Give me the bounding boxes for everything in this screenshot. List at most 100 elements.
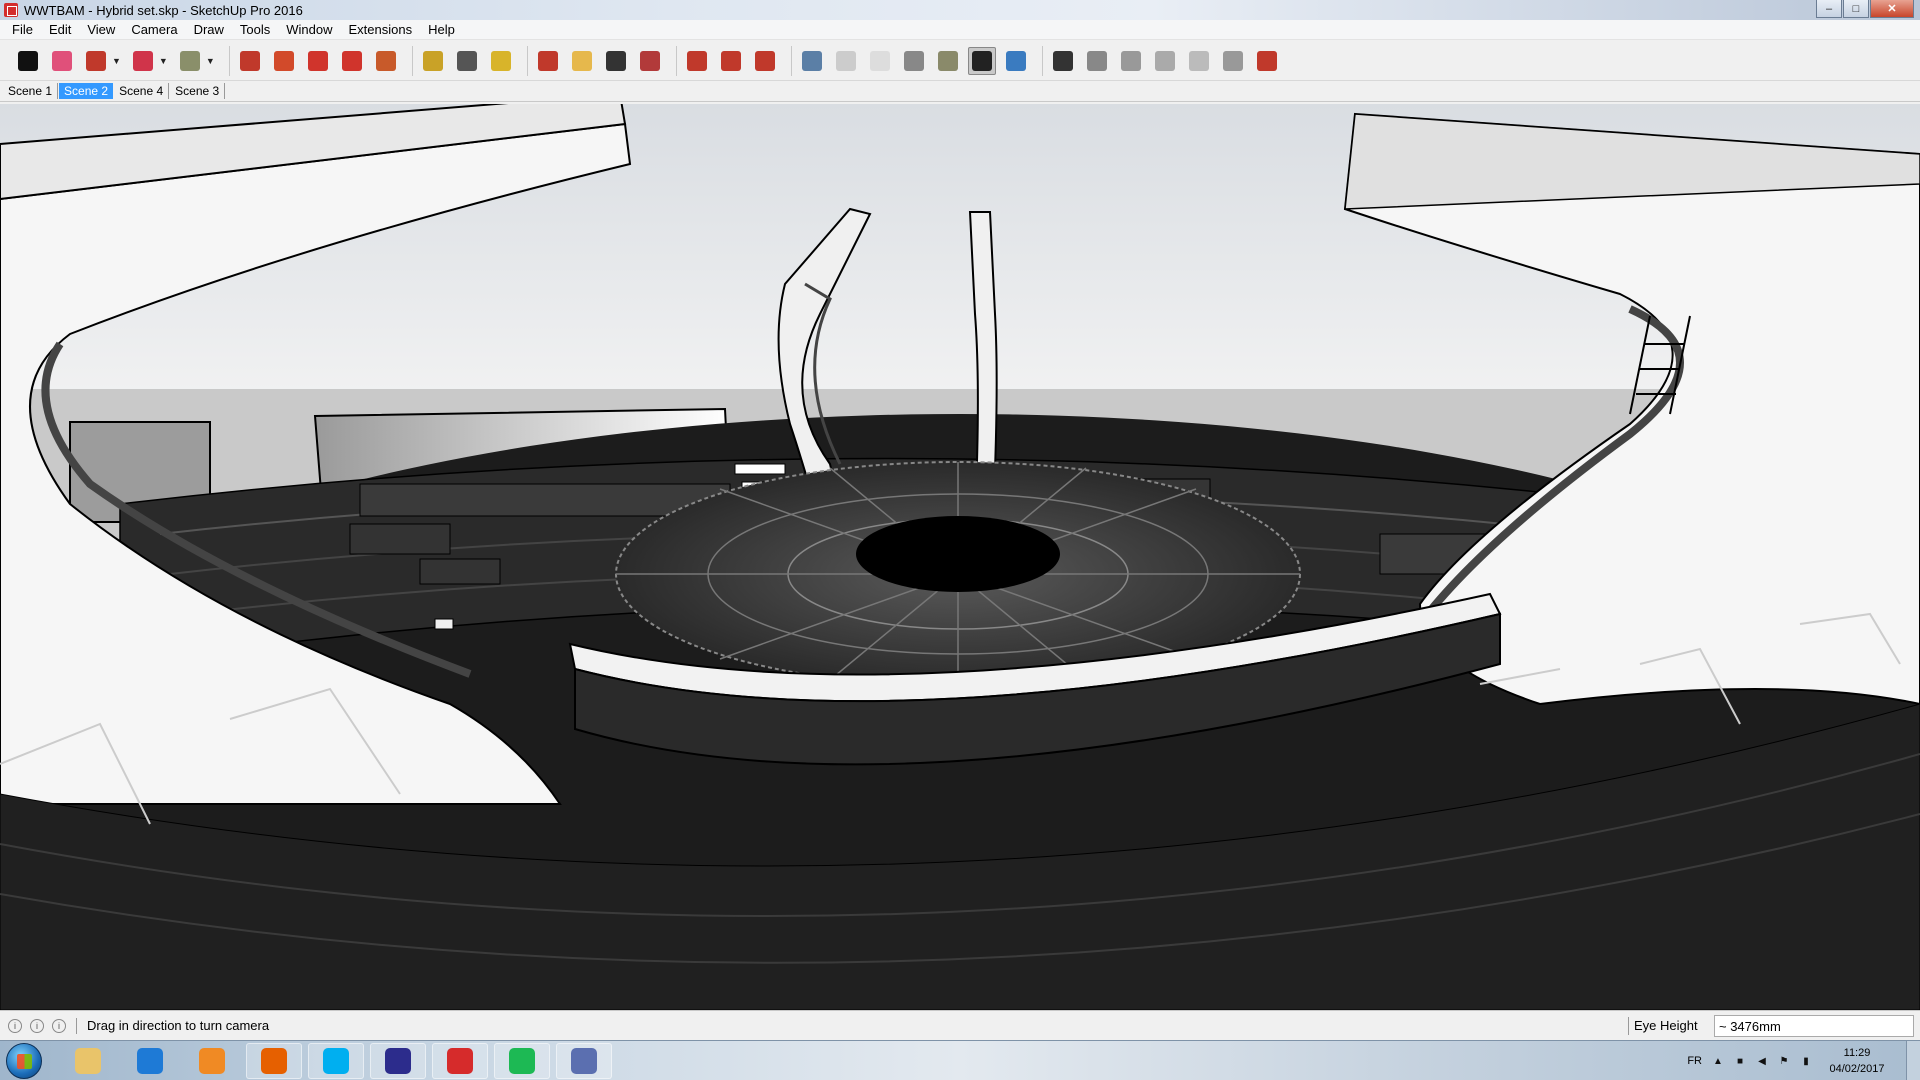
- select-arrow-icon: [18, 50, 38, 71]
- paint-bucket-tool-button[interactable]: [487, 47, 515, 75]
- menu-tools[interactable]: Tools: [232, 22, 278, 37]
- measurements-input[interactable]: ~ 3476mm: [1714, 1015, 1914, 1037]
- pan-hand-tool-button[interactable]: [568, 47, 596, 75]
- blue-shaded-style-tool-button[interactable]: [1002, 47, 1030, 75]
- tab-scene-4[interactable]: Scene 4: [114, 83, 170, 99]
- walk-icon: [1120, 50, 1141, 71]
- wireframe-style-icon: [835, 50, 856, 71]
- zoom-tool-button[interactable]: [602, 47, 630, 75]
- walk-tool-button[interactable]: [1117, 47, 1145, 75]
- menu-draw[interactable]: Draw: [186, 22, 232, 37]
- monochrome-style-icon: [971, 50, 992, 71]
- text-label-icon: [456, 50, 477, 71]
- pencil-line-icon: [86, 50, 106, 71]
- chevron-down-icon[interactable]: ▼: [159, 56, 168, 66]
- file-explorer-icon: [75, 1048, 101, 1074]
- skype-taskbar-button[interactable]: [308, 1043, 364, 1079]
- action-center-flag-icon[interactable]: ⚑: [1778, 1055, 1790, 1067]
- skype-icon: [323, 1048, 349, 1074]
- menu-view[interactable]: View: [79, 22, 123, 37]
- start-button[interactable]: [6, 1043, 42, 1079]
- clock[interactable]: 11:29 04/02/2017: [1822, 1045, 1892, 1077]
- tape-measure-tool-button[interactable]: [419, 47, 447, 75]
- orbit-icon: [537, 50, 558, 71]
- hidden-line-style-tool-button[interactable]: [866, 47, 894, 75]
- xray-style-tool-button[interactable]: [798, 47, 826, 75]
- chevron-down-icon[interactable]: ▼: [112, 56, 121, 66]
- system-tray: FR ▲ ■ ◀ ⚑ ▮ 11:29 04/02/2017: [1687, 1041, 1920, 1080]
- status-bar: i i i Drag in direction to turn camera E…: [0, 1010, 1920, 1040]
- menu-camera[interactable]: Camera: [123, 22, 185, 37]
- display-section-cuts-tool-button[interactable]: [1219, 47, 1247, 75]
- toolbar-separator: [1041, 45, 1043, 76]
- user-account-icon[interactable]: i: [52, 1018, 66, 1033]
- media-player-icon: [199, 1048, 225, 1074]
- audio-headphones-icon: [385, 1048, 411, 1074]
- shaded-with-textures-tool-button[interactable]: [934, 47, 962, 75]
- toolbar-separator: [228, 45, 230, 76]
- display-section-planes-tool-button[interactable]: [1185, 47, 1213, 75]
- show-desktop-button[interactable]: [1906, 1041, 1920, 1080]
- sketchup-taskbar-button[interactable]: [432, 1043, 488, 1079]
- section-plane-tool-button[interactable]: [1151, 47, 1179, 75]
- 3d-viewport[interactable]: [0, 104, 1920, 1010]
- text-label-tool-button[interactable]: [453, 47, 481, 75]
- arc-tool-button[interactable]: [129, 47, 157, 75]
- file-explorer-taskbar-button[interactable]: [60, 1043, 116, 1079]
- chevron-down-icon[interactable]: ▼: [206, 56, 215, 66]
- menu-edit[interactable]: Edit: [41, 22, 79, 37]
- internet-explorer-taskbar-button[interactable]: [122, 1043, 178, 1079]
- firefox-taskbar-button[interactable]: [246, 1043, 302, 1079]
- send-to-layout-tool-button[interactable]: [751, 47, 779, 75]
- minimize-button[interactable]: –: [1816, 0, 1842, 18]
- tray-expand-icon[interactable]: ▲: [1712, 1055, 1724, 1067]
- sketchup-icon: [447, 1048, 473, 1074]
- media-player-taskbar-button[interactable]: [184, 1043, 240, 1079]
- menu-help[interactable]: Help: [420, 22, 463, 37]
- eraser-tool-button[interactable]: [48, 47, 76, 75]
- display-section-cuts-icon: [1222, 50, 1243, 71]
- volume-icon[interactable]: ◀: [1756, 1055, 1768, 1067]
- menu-window[interactable]: Window: [278, 22, 340, 37]
- menu-extensions[interactable]: Extensions: [341, 22, 421, 37]
- zoom-extents-tool-button[interactable]: [636, 47, 664, 75]
- follow-me-tool-button[interactable]: [270, 47, 298, 75]
- push-pull-tool-button[interactable]: [236, 47, 264, 75]
- camera-position-tool-button[interactable]: [1049, 47, 1077, 75]
- window-controls: – □ ✕: [1816, 0, 1914, 18]
- credits-icon[interactable]: i: [30, 1018, 44, 1033]
- scale-icon: [375, 50, 396, 71]
- wireframe-style-tool-button[interactable]: [832, 47, 860, 75]
- pencil-line-tool-button[interactable]: [82, 47, 110, 75]
- circle-shape-tool-button[interactable]: [176, 47, 204, 75]
- tab-scene-3[interactable]: Scene 3: [170, 83, 226, 99]
- 3d-warehouse-tool-button[interactable]: [683, 47, 711, 75]
- stop-record-tool-button[interactable]: [1253, 47, 1281, 75]
- scene-tabs-bar: Scene 1 Scene 2 Scene 4 Scene 3: [0, 81, 1920, 102]
- blue-shaded-style-icon: [1005, 50, 1026, 71]
- tray-device-icon[interactable]: ■: [1734, 1055, 1746, 1067]
- rotate-tool-button[interactable]: [338, 47, 366, 75]
- audio-headphones-taskbar-button[interactable]: [370, 1043, 426, 1079]
- geolocation-icon[interactable]: i: [8, 1018, 22, 1033]
- tab-scene-1[interactable]: Scene 1: [3, 83, 59, 99]
- menu-file[interactable]: File: [4, 22, 41, 37]
- tab-scene-2[interactable]: Scene 2: [59, 83, 114, 99]
- network-signal-icon[interactable]: ▮: [1800, 1055, 1812, 1067]
- close-button[interactable]: ✕: [1870, 0, 1914, 18]
- spotify-taskbar-button[interactable]: [494, 1043, 550, 1079]
- scale-tool-button[interactable]: [372, 47, 400, 75]
- monochrome-style-tool-button[interactable]: [967, 46, 996, 75]
- sketchup-app-icon[interactable]: [4, 3, 18, 17]
- orbit-tool-button[interactable]: [534, 47, 562, 75]
- select-arrow-tool-button[interactable]: [14, 47, 42, 75]
- language-indicator[interactable]: FR: [1687, 1055, 1702, 1067]
- maximize-button[interactable]: □: [1843, 0, 1869, 18]
- discord-taskbar-button[interactable]: [556, 1043, 612, 1079]
- paint-bucket-icon: [490, 50, 511, 71]
- rotate-icon: [341, 50, 362, 71]
- look-around-tool-button[interactable]: [1083, 47, 1111, 75]
- shaded-style-tool-button[interactable]: [900, 47, 928, 75]
- extension-warehouse-tool-button[interactable]: [717, 47, 745, 75]
- move-tool-button[interactable]: [304, 47, 332, 75]
